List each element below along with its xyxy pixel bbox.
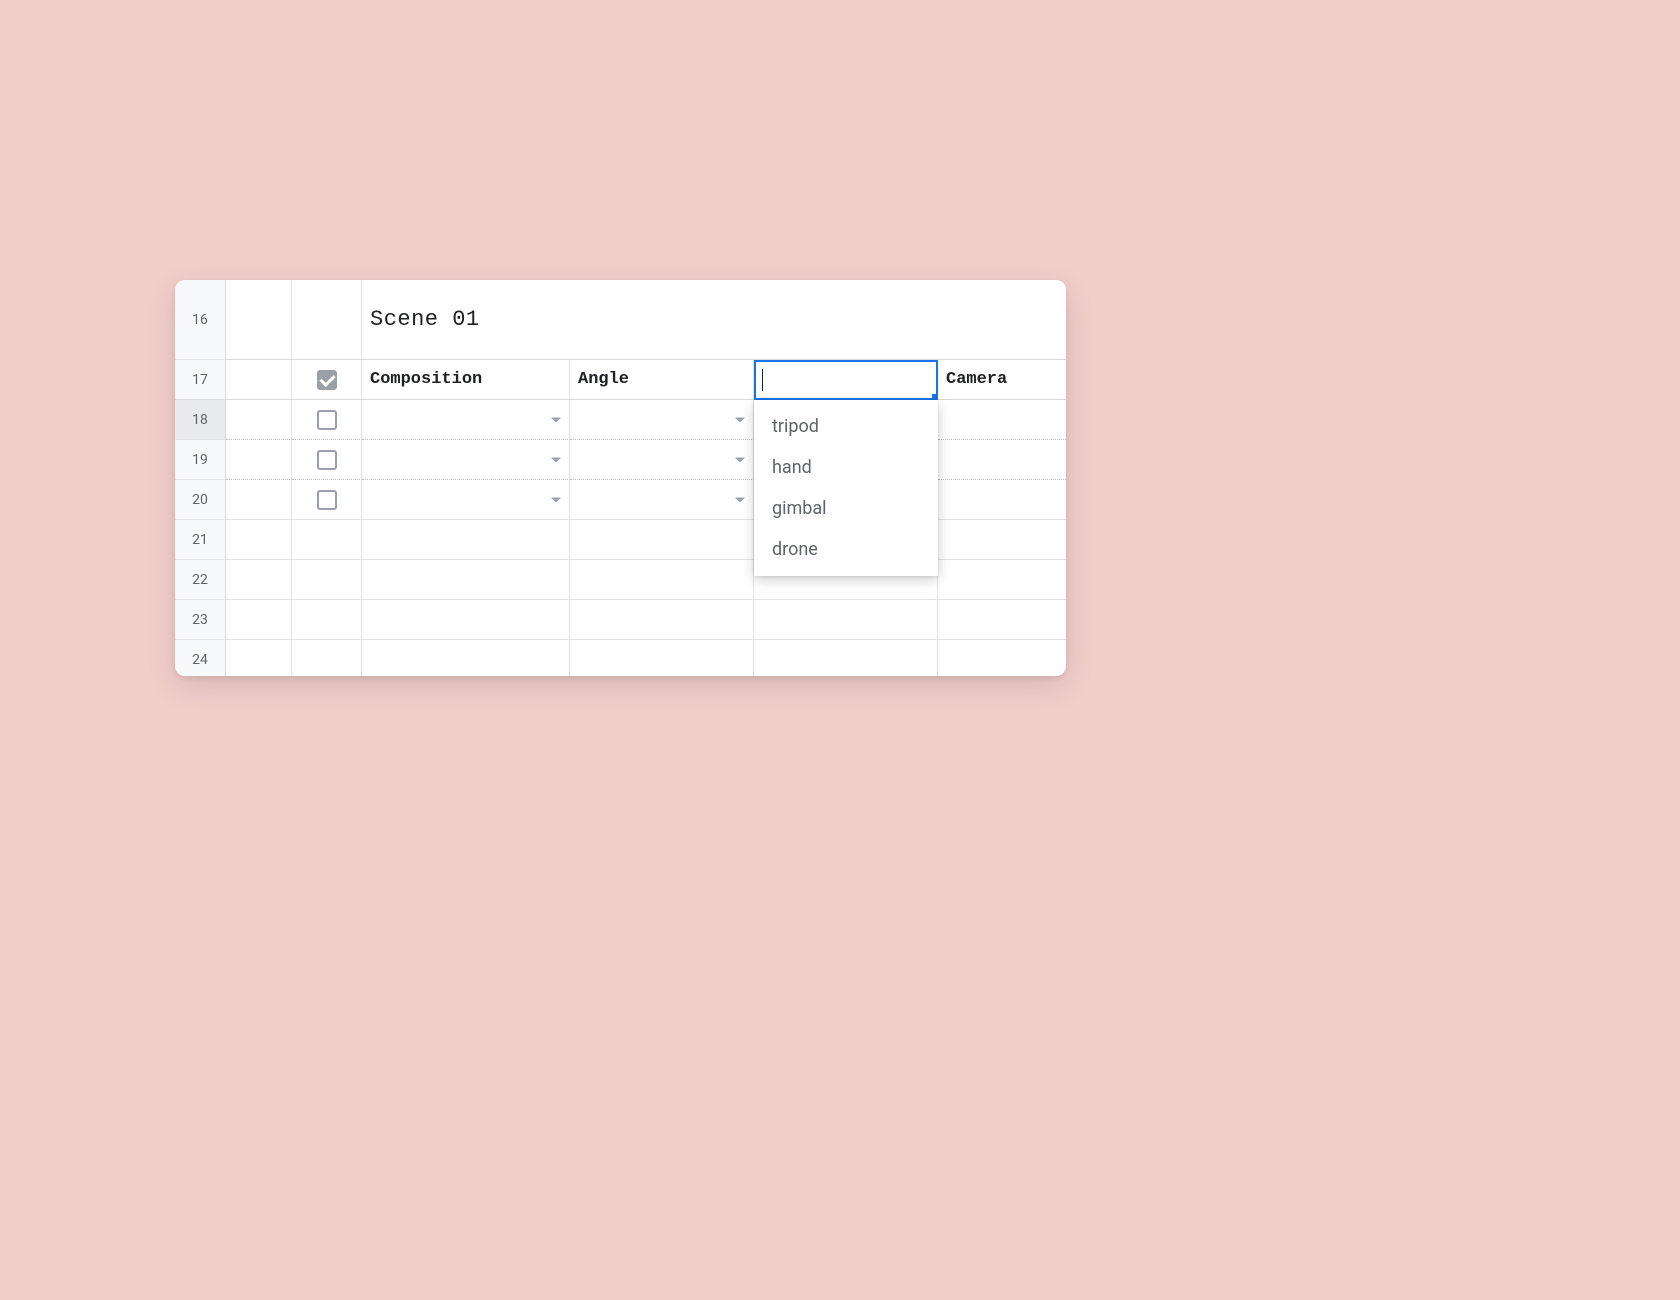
cell-blank[interactable]: [938, 600, 1066, 640]
camera-cell[interactable]: [938, 400, 1066, 440]
composition-dropdown-cell[interactable]: [362, 400, 570, 440]
composition-dropdown-cell[interactable]: [362, 440, 570, 480]
camera-cell[interactable]: [938, 440, 1066, 480]
text-caret-icon: [762, 369, 763, 391]
cell-blank[interactable]: [226, 560, 292, 600]
cell-blank[interactable]: [938, 560, 1066, 600]
cell-blank[interactable]: [938, 520, 1066, 560]
cell-blank[interactable]: [362, 560, 570, 600]
cell-blank[interactable]: [292, 640, 362, 676]
cell-blank[interactable]: [570, 560, 754, 600]
row-number[interactable]: 22: [175, 560, 226, 600]
cell-blank[interactable]: [226, 440, 292, 480]
cell-blank[interactable]: [226, 360, 292, 400]
cell-blank[interactable]: [292, 560, 362, 600]
cell-blank[interactable]: [362, 520, 570, 560]
spreadsheet-panel: 16 Scene 01 17 Composition Angle Support…: [175, 280, 1066, 676]
active-cell-support[interactable]: [754, 360, 938, 400]
camera-cell[interactable]: [938, 480, 1066, 520]
dropdown-option-tripod[interactable]: tripod: [754, 406, 938, 447]
row-number[interactable]: 16: [175, 280, 226, 360]
cell-blank[interactable]: [362, 640, 570, 676]
chevron-down-icon: [551, 497, 561, 502]
checkbox-unchecked-icon[interactable]: [317, 450, 337, 470]
row-number[interactable]: 20: [175, 480, 226, 520]
composition-dropdown-cell[interactable]: [362, 480, 570, 520]
dropdown-option-hand[interactable]: hand: [754, 447, 938, 488]
cell-blank[interactable]: [570, 600, 754, 640]
column-header-angle[interactable]: Angle: [570, 360, 754, 400]
checkbox-cell[interactable]: [292, 480, 362, 520]
dropdown-option-drone[interactable]: drone: [754, 529, 938, 570]
cell-blank[interactable]: [226, 480, 292, 520]
chevron-down-icon: [551, 417, 561, 422]
chevron-down-icon: [735, 497, 745, 502]
cell-blank[interactable]: [226, 520, 292, 560]
cell-blank[interactable]: [226, 640, 292, 676]
cell-blank[interactable]: [292, 600, 362, 640]
chevron-down-icon: [735, 457, 745, 462]
support-dropdown-popup: tripod hand gimbal drone: [754, 400, 938, 576]
scene-title-cell[interactable]: Scene 01: [362, 280, 1066, 360]
angle-dropdown-cell[interactable]: [570, 440, 754, 480]
checkbox-unchecked-icon[interactable]: [317, 410, 337, 430]
angle-dropdown-cell[interactable]: [570, 480, 754, 520]
column-header-composition[interactable]: Composition: [362, 360, 570, 400]
row-number[interactable]: 17: [175, 360, 226, 400]
cell-blank[interactable]: [570, 520, 754, 560]
cell-blank[interactable]: [362, 600, 570, 640]
cell-blank[interactable]: [292, 520, 362, 560]
row-number[interactable]: 18: [175, 400, 226, 440]
angle-dropdown-cell[interactable]: [570, 400, 754, 440]
cell-blank[interactable]: [226, 400, 292, 440]
column-header-camera[interactable]: Camera: [938, 360, 1066, 400]
cell-blank[interactable]: [226, 600, 292, 640]
row-number[interactable]: 21: [175, 520, 226, 560]
dropdown-option-gimbal[interactable]: gimbal: [754, 488, 938, 529]
cell-blank[interactable]: [938, 640, 1066, 676]
chevron-down-icon: [735, 417, 745, 422]
checkbox-cell[interactable]: [292, 400, 362, 440]
checkbox-cell[interactable]: [292, 440, 362, 480]
cell-blank[interactable]: [226, 280, 292, 360]
checkbox-cell[interactable]: [292, 360, 362, 400]
cell-blank[interactable]: [754, 640, 938, 676]
cell-blank[interactable]: [292, 280, 362, 360]
row-number[interactable]: 23: [175, 600, 226, 640]
row-number[interactable]: 24: [175, 640, 226, 676]
checkbox-unchecked-icon[interactable]: [317, 490, 337, 510]
chevron-down-icon: [551, 457, 561, 462]
cell-blank[interactable]: [754, 600, 938, 640]
row-number[interactable]: 19: [175, 440, 226, 480]
cell-blank[interactable]: [570, 640, 754, 676]
checkbox-checked-icon[interactable]: [317, 370, 337, 390]
